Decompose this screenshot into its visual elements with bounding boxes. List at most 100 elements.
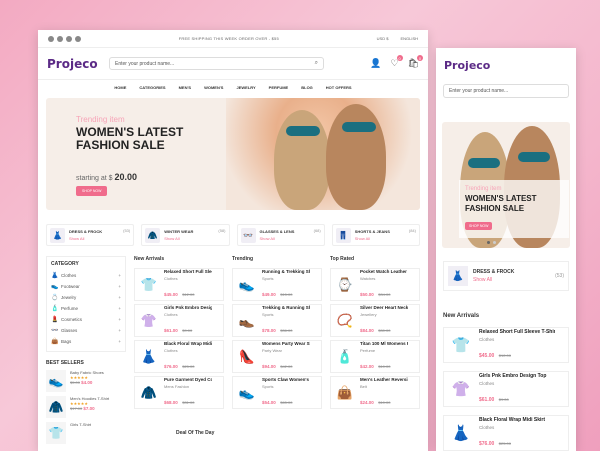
nav-perfume[interactable]: PERFUME	[269, 85, 289, 90]
facebook-icon[interactable]	[48, 35, 54, 42]
mobile-search-input[interactable]: Enter your product name...	[443, 84, 569, 98]
twitter-icon[interactable]	[57, 35, 63, 42]
sidebar-item-perfume[interactable]: 🧴 Perfume +	[51, 303, 121, 314]
sidebar-item-glasses[interactable]: 👓 Glasses +	[51, 325, 121, 336]
dress-icon: 👗	[50, 227, 65, 243]
mobile-logo[interactable]: Projeco	[436, 48, 576, 84]
product-category: Clothes	[164, 347, 178, 353]
sidebar-item-bags[interactable]: 👜 Bags +	[51, 336, 121, 347]
list-item[interactable]: 👕 Relaxed Short Full Sleeve Clothes $45.…	[134, 268, 224, 301]
list-item[interactable]: 📿 Silver Deer Heart Necklace Jewellery $…	[330, 304, 420, 337]
product-name[interactable]: Titan 100 Ml Womens Perfume	[360, 341, 408, 346]
product-name[interactable]: Running & Trekking Shoe	[262, 269, 310, 274]
cart-icon[interactable]: 🛍 0	[408, 55, 423, 69]
product-name[interactable]: Relaxed Short Full Sleeve T-Shirt	[479, 329, 555, 335]
product-image: 👚	[140, 312, 158, 328]
product-column: New Arrivals 👕 Relaxed Short Full Sleeve…	[134, 256, 224, 444]
sidebar-item-clothes[interactable]: 👗 Clothes +	[51, 270, 121, 281]
nav-jewelry[interactable]: JEWELRY	[236, 85, 255, 90]
list-item[interactable]: 👗 Black Floral Wrap Midi Skirt Clothes $…	[134, 340, 224, 373]
product-name[interactable]: Black Floral Wrap Midi Skirt	[164, 341, 212, 346]
product-name[interactable]: Relaxed Short Full Sleeve	[164, 269, 212, 274]
logo[interactable]: Projeco	[47, 57, 109, 71]
glasses-icon: 👓	[51, 328, 59, 334]
show-all-link[interactable]: Show All	[473, 277, 514, 283]
list-item[interactable]: 👚 Girls Pnk Embro Design Top Clothes $61…	[443, 371, 569, 407]
product-name[interactable]: Pure Garment Dyed Cotton	[164, 377, 212, 382]
plus-icon[interactable]: +	[118, 339, 121, 344]
shop-now-button[interactable]: SHOP NOW	[465, 222, 493, 230]
nav-womens[interactable]: WOMEN'S	[204, 85, 223, 90]
show-all-link[interactable]: Show All	[355, 236, 390, 241]
carousel-dots[interactable]	[487, 241, 496, 244]
shop-now-button[interactable]: SHOP NOW	[76, 186, 108, 196]
list-item[interactable]: 👟 Sports Claw Women's Shoes Sports $54.0…	[232, 376, 322, 409]
product-category: Sports	[262, 311, 274, 317]
sidebar-item-jewelry[interactable]: 💍 Jewelry +	[51, 292, 121, 303]
show-all-link[interactable]: Show All	[164, 236, 193, 241]
list-item[interactable]: ⌚ Pocket Watch Leather Watches $50.00 $3…	[330, 268, 420, 301]
plus-icon[interactable]: +	[118, 328, 121, 333]
old-price: $36.00	[280, 327, 293, 333]
search-input[interactable]: Enter your product name... ⌕	[109, 57, 324, 70]
list-item[interactable]: 👞 Trekking & Running Shoes Sports $78.00…	[232, 304, 322, 337]
product-name[interactable]: Men's Leather Reversible Belt	[360, 377, 408, 382]
product-name[interactable]: Girls Pnk Embro Design Top	[164, 305, 212, 310]
list-item[interactable]: 👟 Running & Trekking Shoe Sports $49.00 …	[232, 268, 322, 301]
list-item[interactable]: 👚 Girls Pnk Embro Design Top Clothes $61…	[134, 304, 224, 337]
category-card[interactable]: 👗 DRESS & FROCK Show All (53)	[46, 224, 135, 246]
price: $45.00	[164, 291, 178, 297]
sidebar-item-footwear[interactable]: 👟 Footwear +	[51, 281, 121, 292]
nav-blog[interactable]: BLOG	[301, 85, 313, 90]
instagram-icon[interactable]	[66, 35, 72, 42]
language-select[interactable]: ENGLISH	[400, 36, 418, 41]
category-card[interactable]: 👓 GLASSES & LENS Show All (68)	[236, 224, 325, 246]
category-card[interactable]: 🧥 WINTER WEAR Show All (58)	[141, 224, 230, 246]
nav-mens[interactable]: MEN'S	[179, 85, 192, 90]
list-item[interactable]: 🧥 Pure Garment Dyed Cotton Mens Fashion …	[134, 376, 224, 409]
list-item[interactable]: 🧴 Titan 100 Ml Womens Perfume Perfume $4…	[330, 340, 420, 373]
product-name[interactable]: Black Floral Wrap Midi Skirt	[479, 417, 555, 423]
list-item[interactable]: 👗 Black Floral Wrap Midi Skirt Clothes $…	[443, 415, 569, 451]
nav-home[interactable]: HOME	[114, 85, 126, 90]
deal-of-the-day-title: Deal Of The Day	[176, 430, 215, 436]
category-card[interactable]: 👖 SHORTS & JEANS Show All (84)	[331, 224, 420, 246]
user-icon[interactable]: 👤	[370, 58, 381, 69]
plus-icon[interactable]: +	[118, 295, 121, 300]
old-price: $30.00	[378, 327, 391, 333]
list-item[interactable]: 👟 Baby Fabric Shoes ★★★★★ $5.00 $4.00	[46, 370, 126, 392]
old-price: $10.00	[378, 399, 391, 405]
list-item[interactable]: 👜 Men's Leather Reversible Belt Belt $24…	[330, 376, 420, 409]
old-price: $15.00	[280, 291, 293, 297]
product-name[interactable]: Womens Party Wear Shoes	[262, 341, 310, 346]
product-name[interactable]: Girls Pnk Embro Design Top	[479, 373, 555, 379]
mobile-hero-card: Trending item WOMEN'S LATEST FASHION SAL…	[459, 180, 569, 238]
sidebar: CATEGORY 👗 Clothes + 👟 Footwear + 💍 Jewelry + …	[46, 256, 126, 444]
plus-icon[interactable]: +	[118, 273, 121, 278]
product-name[interactable]: Silver Deer Heart Necklace	[360, 305, 408, 310]
category-count: (53)	[123, 228, 131, 233]
nav-hot-offers[interactable]: HOT OFFERS	[326, 85, 352, 90]
search-icon[interactable]: ⌕	[315, 60, 318, 67]
currency-select[interactable]: USD $	[377, 36, 389, 41]
plus-icon[interactable]: +	[118, 317, 121, 322]
sidebar-item-cosmetics[interactable]: 💄 Cosmetics +	[51, 314, 121, 325]
jeans-icon: 👖	[335, 227, 351, 243]
product-name[interactable]: Sports Claw Women's Shoes	[262, 377, 310, 382]
old-price: $17.00	[70, 406, 83, 411]
nav-categories[interactable]: CATEGORIES	[139, 85, 165, 90]
list-item[interactable]: 🧥 Men's Hoodies T-Shirt ★★★★★ $17.00 $7.00	[46, 396, 126, 418]
mobile-category-card[interactable]: 👗 DRESS & FROCK Show All (53)	[443, 261, 569, 291]
product-image: 🧥	[140, 384, 158, 400]
show-all-link[interactable]: Show All	[69, 236, 102, 241]
product-name[interactable]: Pocket Watch Leather	[360, 269, 408, 274]
list-item[interactable]: 👕 Relaxed Short Full Sleeve T-Shirt Clot…	[443, 327, 569, 363]
heart-icon[interactable]: ♡ 0	[390, 55, 403, 69]
plus-icon[interactable]: +	[118, 284, 121, 289]
list-item[interactable]: 👠 Womens Party Wear Shoes Party Wear $94…	[232, 340, 322, 373]
top-bar: FREE SHIPPING THIS WEEK ORDER OVER - $55…	[38, 30, 428, 48]
list-item[interactable]: 👕 Girls T-Shirt	[46, 422, 126, 444]
show-all-link[interactable]: Show All	[260, 236, 295, 241]
product-name[interactable]: Trekking & Running Shoes	[262, 305, 310, 310]
plus-icon[interactable]: +	[118, 306, 121, 311]
